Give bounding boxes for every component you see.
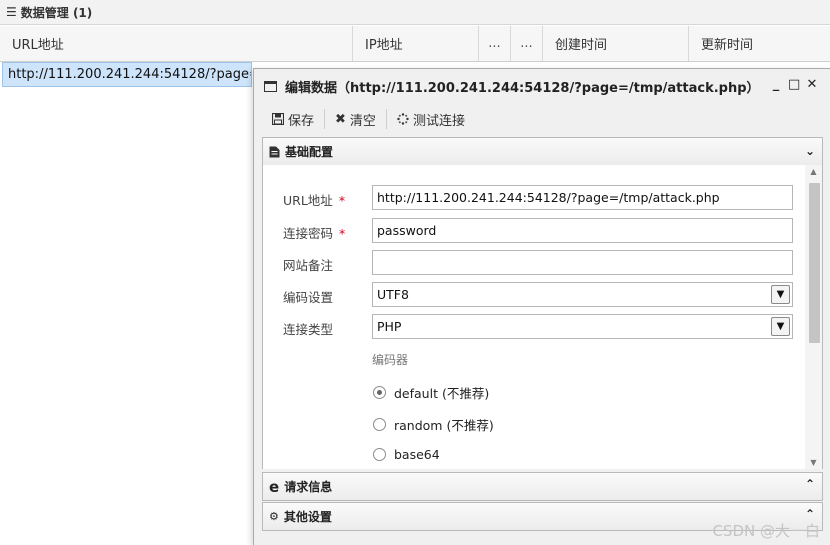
column-more-1[interactable]: ...: [479, 26, 511, 61]
gears-icon: ⚙: [269, 510, 279, 523]
type-select-value: PHP: [377, 319, 402, 334]
encoder-base64-value: base64: [394, 447, 440, 462]
section-basic-label: 基础配置: [285, 145, 334, 159]
section-other-label: 其他设置: [283, 510, 332, 524]
encoder-random-note: (不推荐): [446, 418, 494, 433]
password-input-value: password: [377, 223, 437, 238]
window-icon: [264, 80, 277, 92]
url-input[interactable]: http://111.200.241.244:54128/?page=/tmp/…: [372, 185, 793, 210]
radio-unchecked[interactable]: [373, 448, 386, 461]
data-manager-title: 数据管理 (1): [20, 5, 93, 20]
clear-label: 清空: [349, 113, 376, 129]
save-label: 保存: [288, 113, 315, 129]
dialog-toolbar: 保存 ✖ 清空 测试连接: [262, 103, 824, 135]
encoder-default-note: (不推荐): [441, 386, 490, 401]
note-input[interactable]: [372, 250, 793, 275]
data-manager-header: ☰ 数据管理 (1): [0, 0, 830, 25]
url-label-text: URL地址: [283, 193, 333, 208]
radio-unchecked[interactable]: [373, 418, 386, 431]
row-url-cell: http://111.200.241.244:54128/?page=/t: [8, 67, 252, 82]
section-basic-config[interactable]: 基础配置 ⌄: [262, 137, 823, 166]
password-label: 连接密码 *: [283, 223, 345, 242]
type-label: 连接类型: [283, 322, 334, 337]
test-connection-button[interactable]: 测试连接: [387, 107, 475, 131]
chevron-down-icon[interactable]: ▼: [771, 285, 790, 304]
encoder-default-value: default: [394, 386, 438, 401]
encoding-label: 编码设置: [283, 290, 334, 305]
dialog-title: 编辑数据（http://111.200.241.244:54128/?page=…: [285, 80, 760, 96]
list-icon: ☰: [6, 5, 17, 19]
encoding-select[interactable]: UTF8 ▼: [372, 282, 793, 307]
radio-checked[interactable]: [373, 386, 386, 399]
scroll-up-icon[interactable]: ▲: [805, 167, 822, 176]
column-ip[interactable]: IP地址: [353, 26, 479, 61]
column-url[interactable]: URL地址: [0, 26, 353, 61]
document-icon: [269, 146, 280, 157]
table-row[interactable]: http://111.200.241.244:54128/?page=/t: [2, 62, 252, 87]
type-select[interactable]: PHP ▼: [372, 314, 793, 339]
encoder-random-value: random: [394, 418, 443, 433]
section-request-info[interactable]: e 请求信息 ⌃: [262, 472, 823, 501]
required-mark: *: [338, 193, 346, 208]
encoder-option-base64[interactable]: base64: [373, 447, 440, 462]
window-controls: _ □ ✕: [770, 78, 818, 92]
grid-header: URL地址 IP地址 ... ... 创建时间 更新时间: [0, 26, 830, 62]
save-button[interactable]: 保存: [262, 107, 324, 131]
chevron-up-icon: ⌃: [804, 507, 815, 521]
password-label-text: 连接密码: [283, 226, 334, 241]
test-connection-label: 测试连接: [412, 113, 465, 129]
clear-icon: ✖: [335, 111, 346, 127]
url-input-value: http://111.200.241.244:54128/?page=/tmp/…: [377, 190, 720, 205]
scrollbar[interactable]: ▲ ▼: [805, 165, 822, 469]
column-updated[interactable]: 更新时间: [689, 26, 830, 61]
basic-config-body: URL地址 * http://111.200.241.244:54128/?pag…: [262, 165, 823, 469]
url-label: URL地址 *: [283, 190, 345, 209]
chevron-down-icon[interactable]: ▼: [771, 317, 790, 336]
section-request-label: 请求信息: [284, 480, 333, 494]
spinner-icon: [397, 113, 409, 125]
encoding-select-value: UTF8: [377, 287, 409, 302]
encoder-option-default[interactable]: default (不推荐): [373, 383, 489, 402]
edit-data-dialog: 编辑数据（http://111.200.241.244:54128/?page=…: [253, 68, 830, 545]
maximize-icon[interactable]: □: [788, 78, 800, 92]
dialog-titlebar[interactable]: 编辑数据（http://111.200.241.244:54128/?page=…: [254, 69, 830, 103]
watermark: CSDN @大一白: [712, 522, 820, 540]
password-input[interactable]: password: [372, 218, 793, 243]
encoder-option-random[interactable]: random (不推荐): [373, 415, 494, 434]
note-label: 网站备注: [283, 258, 334, 273]
column-created[interactable]: 创建时间: [543, 26, 689, 61]
ie-icon: e: [269, 477, 280, 496]
save-icon: [272, 113, 284, 125]
encoder-label: 编码器: [372, 353, 409, 367]
scroll-down-icon[interactable]: ▼: [805, 458, 822, 467]
chevron-up-icon: ⌃: [804, 477, 815, 491]
chevron-down-icon: ⌄: [804, 144, 815, 158]
clear-button[interactable]: ✖ 清空: [325, 107, 386, 131]
minimize-icon[interactable]: _: [770, 78, 782, 92]
scrollbar-thumb[interactable]: [809, 183, 820, 343]
required-mark: *: [339, 226, 346, 241]
close-icon[interactable]: ✕: [806, 78, 818, 92]
column-more-2[interactable]: ...: [511, 26, 543, 61]
